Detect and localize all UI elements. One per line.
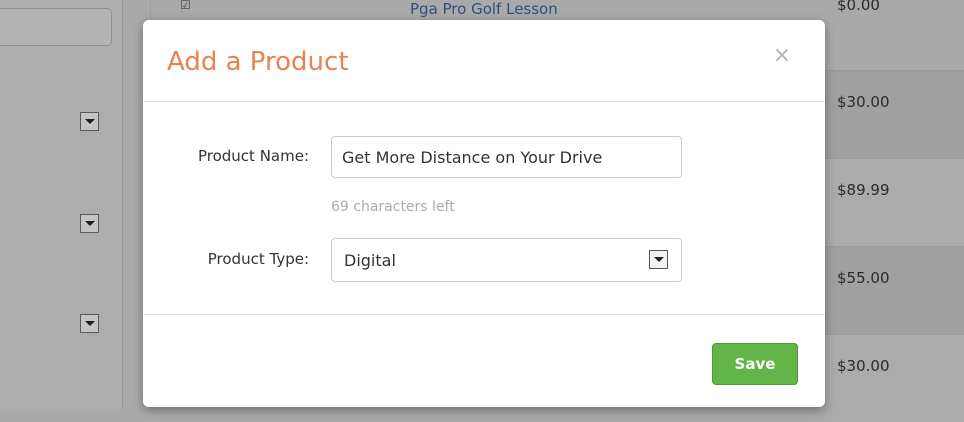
background-price-row: $55.00 [825,246,964,334]
background-dropdown-arrow-icon [80,214,99,233]
product-name-label: Product Name: [197,147,309,165]
background-product-link: Pga Pro Golf Lesson [410,0,558,18]
background-price-column: $30.00 $89.99 $55.00 $30.00 [825,0,964,422]
background-price-row: $30.00 [825,70,964,158]
modal-header: Add a Product × [143,20,825,102]
background-left-panel [0,0,123,409]
background-dropdown-arrow-icon [80,112,99,131]
background-price: $30.00 [837,93,890,111]
save-button[interactable]: Save [712,343,798,385]
modal-title: Add a Product [167,47,349,77]
product-name-input[interactable] [331,136,682,178]
background-checkbox-icon: ☑ [180,0,191,12]
background-dropdown-arrow-icon [80,314,99,333]
background-price: $30.00 [837,357,890,375]
product-type-select[interactable]: Digital [331,238,682,282]
modal-body: Product Name: 69 characters left Product… [143,102,825,314]
background-price: $89.99 [837,181,890,199]
product-type-label: Product Type: [207,250,309,268]
background-price-row: $89.99 [825,158,964,246]
background-field [0,8,112,46]
modal-footer: Save [143,314,825,407]
background-price: $55.00 [837,269,890,287]
chevron-down-icon[interactable] [649,250,668,269]
add-product-modal: Add a Product × Product Name: 69 charact… [143,20,825,407]
close-icon[interactable]: × [770,44,794,68]
characters-left-hint: 69 characters left [331,199,455,215]
product-type-value: Digital [344,251,396,270]
